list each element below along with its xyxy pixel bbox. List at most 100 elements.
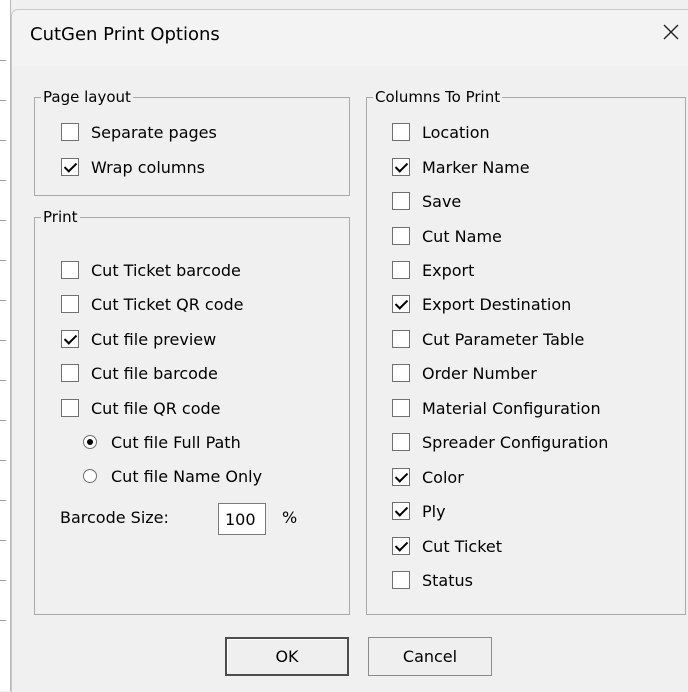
barcode-size-input[interactable] bbox=[218, 503, 266, 535]
column-option-color[interactable]: Color bbox=[392, 465, 464, 489]
wrap-columns-label: Wrap columns bbox=[91, 157, 205, 177]
cut-parameter-table-label: Cut Parameter Table bbox=[422, 329, 585, 349]
cut-file-qr-option[interactable]: Cut file QR code bbox=[61, 396, 221, 420]
export-label: Export bbox=[422, 260, 475, 280]
ply-label: Ply bbox=[422, 501, 446, 521]
cut-file-full-path-label: Cut file Full Path bbox=[111, 432, 241, 452]
ruler-tick bbox=[0, 620, 6, 621]
cut-file-preview-label: Cut file preview bbox=[91, 329, 217, 349]
cut-file-name-only-label: Cut file Name Only bbox=[111, 466, 263, 486]
cut-ticket-qr-checkbox[interactable] bbox=[61, 295, 79, 313]
column-option-cut-name[interactable]: Cut Name bbox=[392, 224, 502, 248]
marker-name-checkbox[interactable] bbox=[392, 158, 410, 176]
cut-file-preview-checkbox[interactable] bbox=[61, 330, 79, 348]
ply-checkbox[interactable] bbox=[392, 502, 410, 520]
color-label: Color bbox=[422, 467, 464, 487]
column-option-marker-name[interactable]: Marker Name bbox=[392, 155, 530, 179]
column-option-status[interactable]: Status bbox=[392, 568, 473, 592]
ruler-tick bbox=[0, 340, 6, 341]
ruler-tick bbox=[0, 220, 6, 221]
print-options-dialog: CutGen Print Options Page layout Separat… bbox=[11, 9, 688, 692]
cut-file-full-path-radio[interactable] bbox=[83, 435, 97, 449]
cut-file-name-only-option[interactable]: Cut file Name Only bbox=[83, 464, 262, 488]
order-number-label: Order Number bbox=[422, 363, 537, 383]
column-option-order-number[interactable]: Order Number bbox=[392, 361, 537, 385]
cut-file-preview-option[interactable]: Cut file preview bbox=[61, 327, 216, 351]
ruler-tick bbox=[0, 460, 6, 461]
separate-pages-option[interactable]: Separate pages bbox=[61, 120, 217, 144]
columns-to-print-group: Columns To Print Location Marker Name Sa… bbox=[366, 87, 686, 615]
order-number-checkbox[interactable] bbox=[392, 364, 410, 382]
wrap-columns-option[interactable]: Wrap columns bbox=[61, 155, 205, 179]
save-checkbox[interactable] bbox=[392, 192, 410, 210]
material-configuration-checkbox[interactable] bbox=[392, 399, 410, 417]
close-icon[interactable] bbox=[659, 20, 683, 44]
cut-ticket-barcode-option[interactable]: Cut Ticket barcode bbox=[61, 258, 241, 282]
cut-ticket-checkbox[interactable] bbox=[392, 537, 410, 555]
ruler-tick bbox=[0, 380, 6, 381]
column-option-export-destination[interactable]: Export Destination bbox=[392, 292, 571, 316]
separate-pages-label: Separate pages bbox=[91, 122, 217, 142]
ruler-tick bbox=[0, 60, 6, 61]
cut-name-checkbox[interactable] bbox=[392, 227, 410, 245]
export-destination-label: Export Destination bbox=[422, 294, 572, 314]
ruler-tick bbox=[0, 420, 6, 421]
material-configuration-label: Material Configuration bbox=[422, 398, 601, 418]
export-destination-checkbox[interactable] bbox=[392, 295, 410, 313]
page-layout-group-label: Page layout bbox=[41, 87, 133, 107]
column-option-cut-ticket[interactable]: Cut Ticket bbox=[392, 534, 502, 558]
column-option-material-configuration[interactable]: Material Configuration bbox=[392, 396, 601, 420]
cut-ticket-qr-label: Cut Ticket QR code bbox=[91, 294, 244, 314]
page-layout-group: Page layout Separate pages Wrap columns bbox=[34, 87, 350, 196]
spreader-configuration-label: Spreader Configuration bbox=[422, 432, 609, 452]
ruler-tick bbox=[0, 540, 6, 541]
cut-ticket-qr-option[interactable]: Cut Ticket QR code bbox=[61, 292, 243, 316]
ruler-tick bbox=[0, 260, 6, 261]
save-label: Save bbox=[422, 191, 462, 211]
wrap-columns-checkbox[interactable] bbox=[61, 158, 79, 176]
column-option-location[interactable]: Location bbox=[392, 120, 490, 144]
ruler-tick bbox=[0, 100, 6, 101]
cut-file-full-path-option[interactable]: Cut file Full Path bbox=[83, 430, 241, 454]
ok-button[interactable]: OK bbox=[225, 637, 349, 676]
columns-to-print-group-label: Columns To Print bbox=[373, 87, 503, 107]
barcode-size-label: Barcode Size: bbox=[60, 508, 169, 527]
location-checkbox[interactable] bbox=[392, 123, 410, 141]
column-option-save[interactable]: Save bbox=[392, 189, 461, 213]
ruler-tick bbox=[0, 580, 6, 581]
cut-ticket-barcode-checkbox[interactable] bbox=[61, 261, 79, 279]
window-title: CutGen Print Options bbox=[30, 24, 220, 45]
cut-file-qr-checkbox[interactable] bbox=[61, 399, 79, 417]
cut-file-qr-label: Cut file QR code bbox=[91, 398, 221, 418]
cut-file-barcode-option[interactable]: Cut file barcode bbox=[61, 361, 218, 385]
cut-parameter-table-checkbox[interactable] bbox=[392, 330, 410, 348]
cut-ticket-barcode-label: Cut Ticket barcode bbox=[91, 260, 241, 280]
export-checkbox[interactable] bbox=[392, 261, 410, 279]
column-option-cut-parameter-table[interactable]: Cut Parameter Table bbox=[392, 327, 584, 351]
background-window-edge bbox=[0, 0, 11, 691]
cut-name-label: Cut Name bbox=[422, 226, 502, 246]
spreader-configuration-checkbox[interactable] bbox=[392, 433, 410, 451]
barcode-size-unit: % bbox=[282, 508, 298, 527]
column-option-export[interactable]: Export bbox=[392, 258, 474, 282]
ruler-tick bbox=[0, 300, 6, 301]
marker-name-label: Marker Name bbox=[422, 157, 530, 177]
print-group-label: Print bbox=[41, 207, 80, 227]
cut-file-barcode-label: Cut file barcode bbox=[91, 363, 218, 383]
column-option-spreader-configuration[interactable]: Spreader Configuration bbox=[392, 430, 608, 454]
cancel-button[interactable]: Cancel bbox=[368, 637, 492, 676]
cut-ticket-label: Cut Ticket bbox=[422, 536, 503, 556]
color-checkbox[interactable] bbox=[392, 468, 410, 486]
column-option-ply[interactable]: Ply bbox=[392, 499, 446, 523]
ruler-tick bbox=[0, 180, 6, 181]
cut-file-name-only-radio[interactable] bbox=[83, 469, 97, 483]
separate-pages-checkbox[interactable] bbox=[61, 123, 79, 141]
ruler-tick bbox=[0, 140, 6, 141]
status-checkbox[interactable] bbox=[392, 571, 410, 589]
print-group: Print Cut Ticket barcode Cut Ticket QR c… bbox=[34, 207, 350, 615]
title-bar: CutGen Print Options bbox=[12, 10, 688, 66]
status-label: Status bbox=[422, 570, 473, 590]
cut-file-barcode-checkbox[interactable] bbox=[61, 364, 79, 382]
ruler-tick bbox=[0, 500, 6, 501]
location-label: Location bbox=[422, 122, 490, 142]
